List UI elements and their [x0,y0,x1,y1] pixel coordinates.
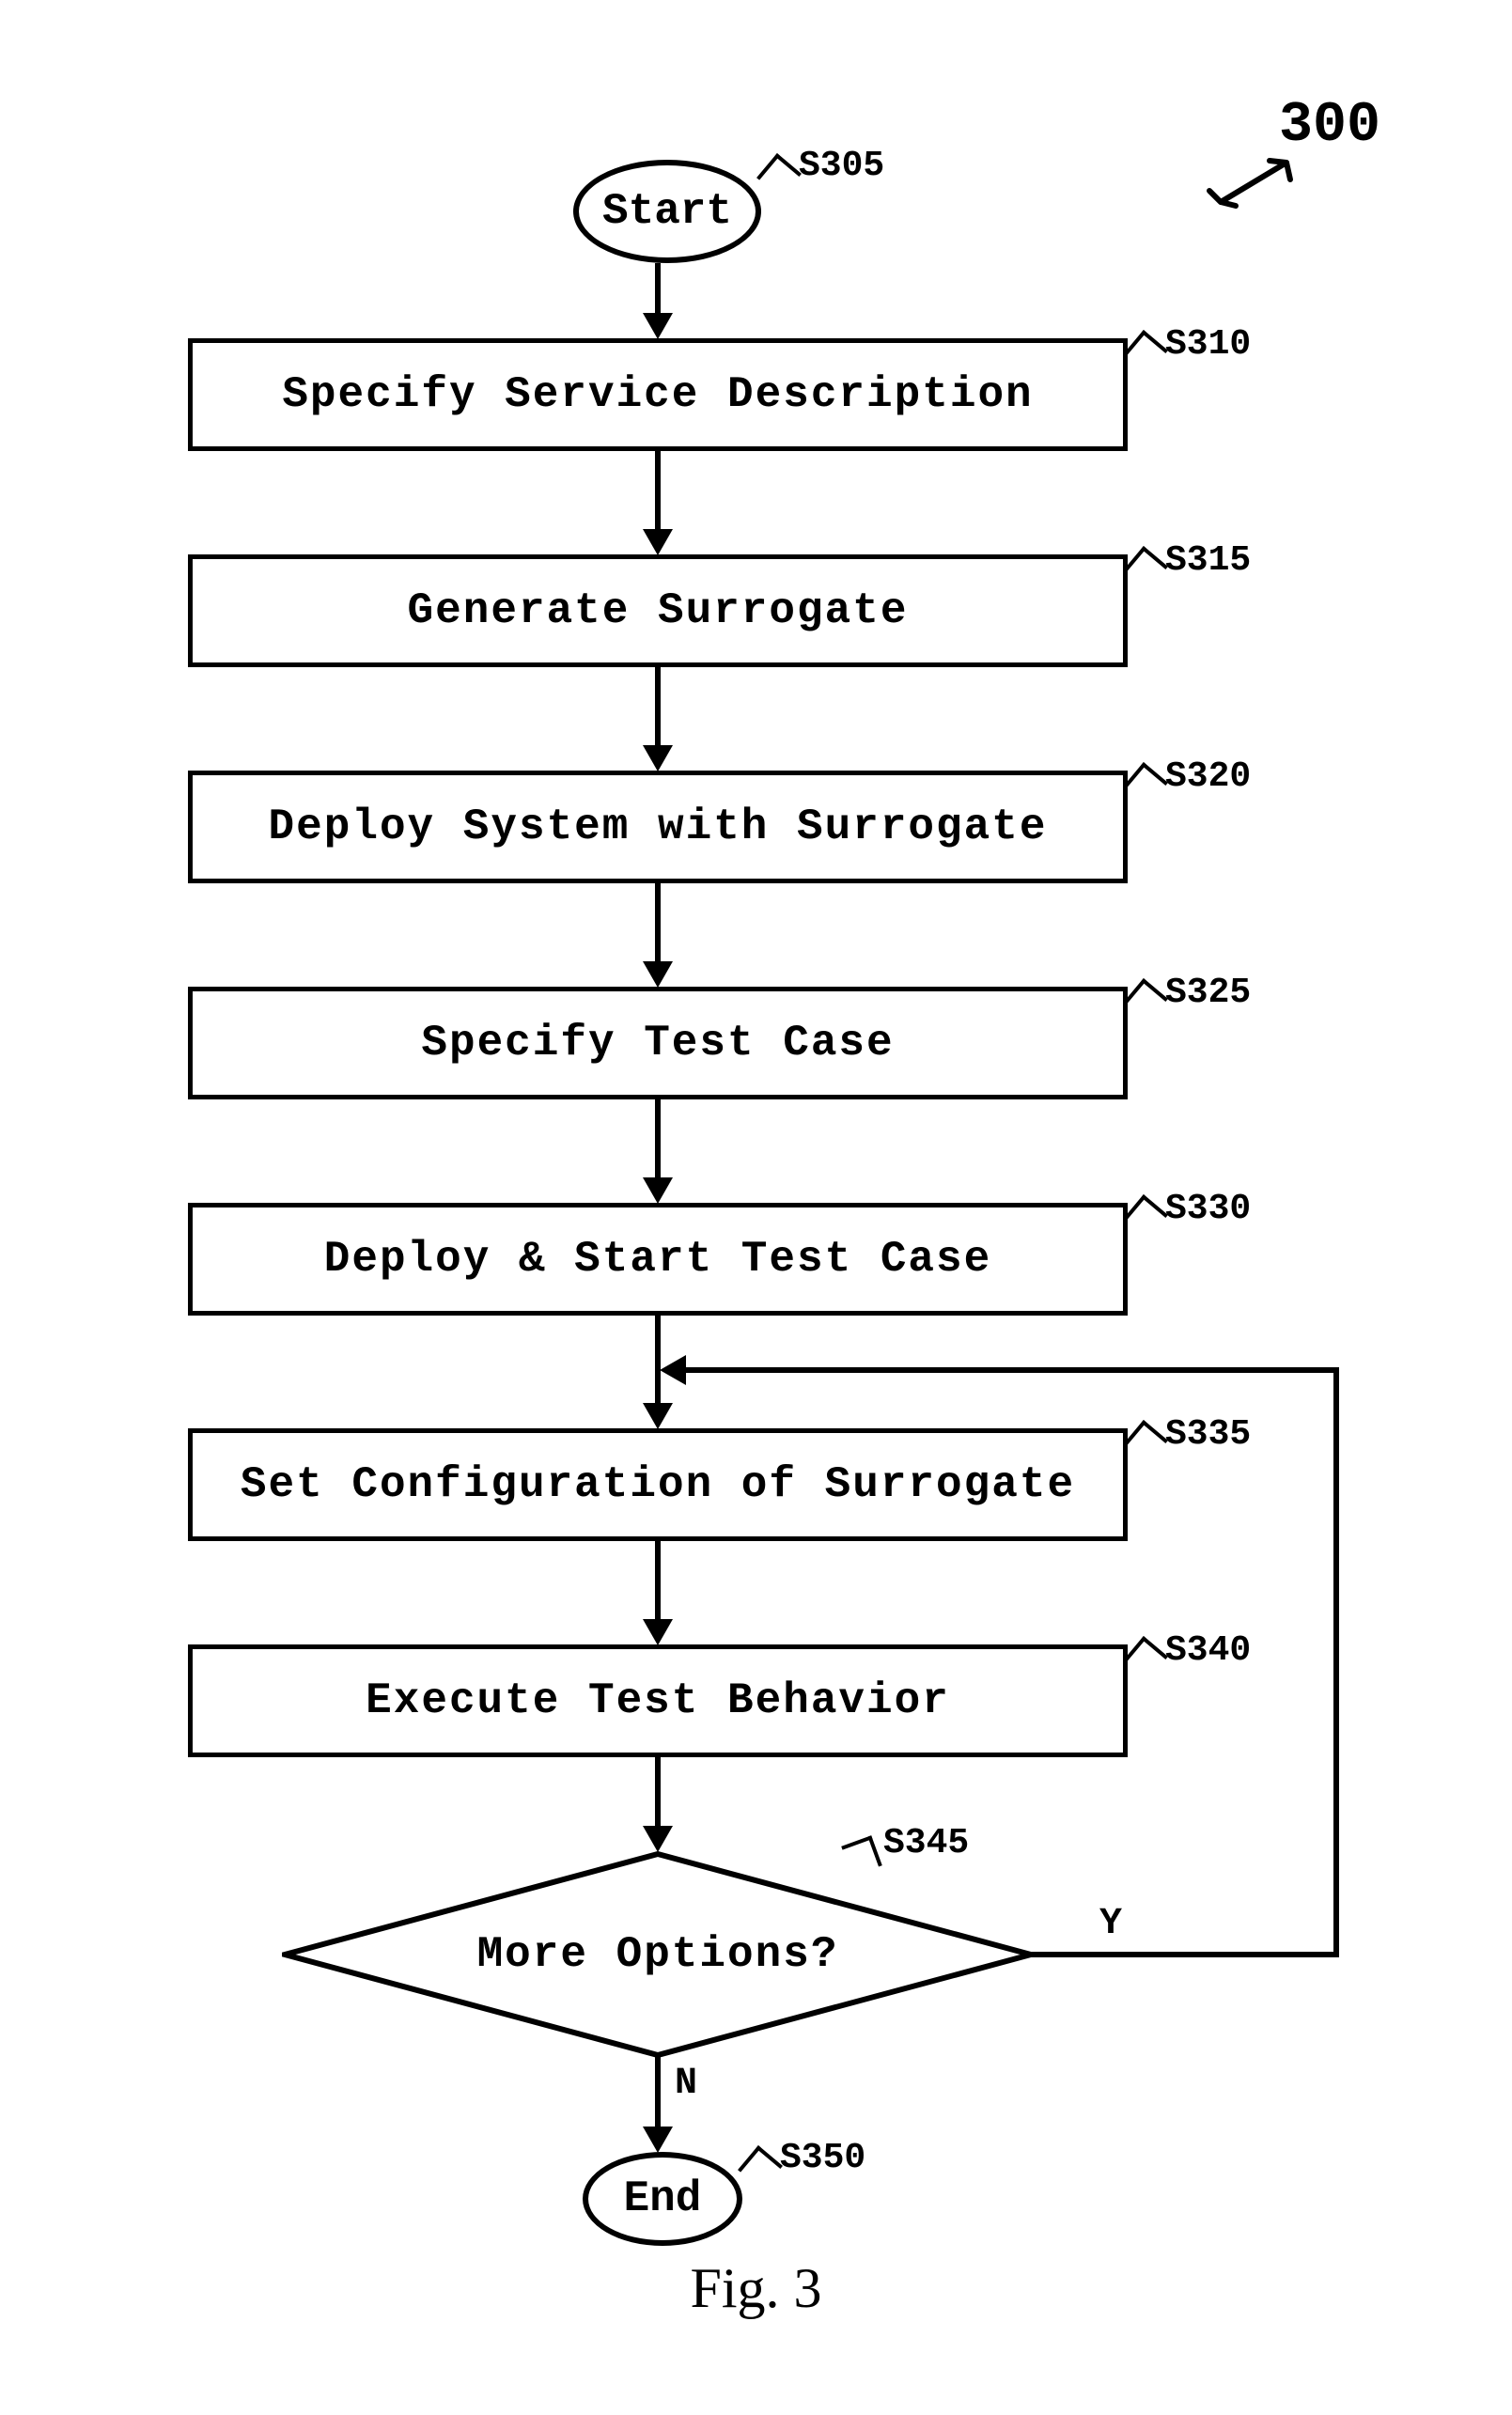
decision-more-options-text: More Options? [477,1930,839,1979]
figure-number: 300 [1279,94,1380,158]
step-execute-behavior-text: Execute Test Behavior [366,1676,950,1725]
edge-start-specSvc-arrow [643,313,673,339]
s325-label: S325 [1165,973,1251,1013]
edge-yes-h1 [1029,1952,1339,1957]
edge-s320-s325 [655,883,661,963]
edge-s325-s330 [655,1099,661,1179]
s315-label: S315 [1165,540,1251,581]
step-execute-behavior: Execute Test Behavior [188,1644,1128,1757]
edge-s310-s315 [655,451,661,531]
s325-tick [1123,978,1168,1023]
s330-label: S330 [1165,1189,1251,1229]
figure-number-arrow [1202,155,1305,221]
s335-label: S335 [1165,1414,1251,1455]
edge-s325-s330-arrow [643,1177,673,1204]
step-deploy-start-test: Deploy & Start Test Case [188,1203,1128,1316]
step-deploy-system-text: Deploy System with Surrogate [269,802,1048,851]
edge-start-specSvc [655,263,661,315]
edge-no-v [655,2055,661,2128]
step-set-configuration: Set Configuration of Surrogate [188,1428,1128,1541]
s310-tick [1123,330,1168,375]
start-terminator: Start [573,160,761,263]
edge-yes-label: Y [1099,1903,1122,1945]
s320-label: S320 [1165,756,1251,797]
s340-tick [1123,1636,1168,1681]
s320-tick [1123,762,1168,807]
edge-yes-h2 [684,1367,1339,1373]
edge-no-arrow [643,2127,673,2153]
step-generate-surrogate-text: Generate Surrogate [408,586,909,635]
step-specify-test-case-text: Specify Test Case [421,1019,894,1067]
s340-label: S340 [1165,1630,1251,1671]
end-label-tick [738,2145,783,2190]
step-specify-service: Specify Service Description [188,338,1128,451]
start-label-tick [756,153,802,198]
end-text: End [624,2174,702,2223]
edge-s310-s315-arrow [643,529,673,555]
edge-s320-s325-arrow [643,961,673,988]
step-set-configuration-text: Set Configuration of Surrogate [241,1460,1075,1509]
edge-s335-s340-arrow [643,1619,673,1645]
edge-yes-v [1333,1367,1339,1957]
step-specify-service-text: Specify Service Description [282,370,1033,419]
s310-label: S310 [1165,324,1251,365]
figure-caption: Fig. 3 [0,2256,1512,2321]
s335-tick [1123,1420,1168,1465]
step-deploy-system: Deploy System with Surrogate [188,771,1128,883]
edge-s340-decision-arrow [643,1826,673,1852]
step-generate-surrogate: Generate Surrogate [188,554,1128,667]
edge-s315-s320 [655,667,661,747]
s330-tick [1123,1194,1168,1239]
edge-s335-s340 [655,1541,661,1621]
decision-more-options: More Options? [282,1851,1034,2058]
step-deploy-start-test-text: Deploy & Start Test Case [324,1235,992,1284]
start-text: Start [602,187,732,236]
edge-s330-s335-arrow [643,1403,673,1429]
end-label: S350 [780,2138,865,2178]
end-terminator: End [583,2152,742,2246]
start-label: S305 [799,146,884,186]
step-specify-test-case: Specify Test Case [188,987,1128,1099]
edge-s340-decision [655,1757,661,1828]
edge-yes-arrow [660,1355,686,1385]
edge-s315-s320-arrow [643,745,673,771]
s345-label: S345 [883,1823,969,1863]
s315-tick [1123,546,1168,591]
edge-no-label: N [675,2063,697,2105]
